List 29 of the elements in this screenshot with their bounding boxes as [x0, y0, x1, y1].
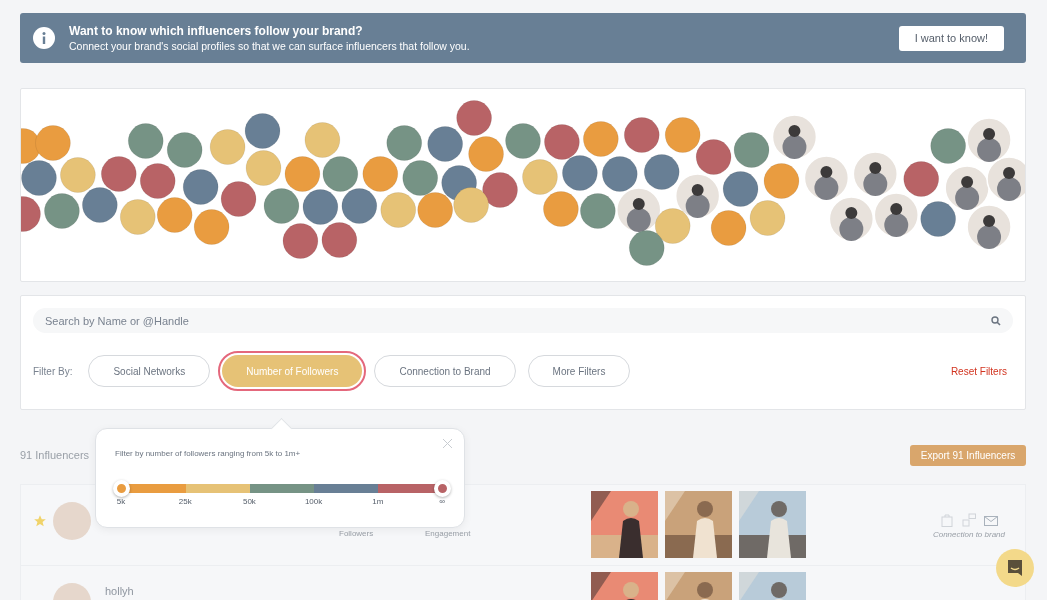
filter-chip[interactable]: Connection to Brand: [374, 355, 516, 387]
influencer-name: hollyh: [105, 585, 135, 597]
popover-text: Filter by number of followers ranging from 5k to 1m+: [115, 449, 302, 458]
filter-chip[interactable]: More Filters: [527, 355, 631, 387]
bag-icon: [939, 513, 954, 527]
mail-icon: [983, 513, 998, 527]
tick-label: 1m: [372, 497, 384, 506]
chat-icon: [1005, 558, 1025, 578]
filter-label: Filter By:: [33, 365, 73, 377]
filter-chip[interactable]: Social Networks: [88, 355, 211, 387]
people-icon: [961, 513, 976, 527]
info-icon: [33, 27, 55, 49]
search-icon: [991, 316, 1001, 326]
tick-label: 25k: [178, 497, 192, 506]
banner-text: Connect your brand's social profiles so that we can surface influencers that follow you.: [69, 40, 471, 52]
connection-label: Connection to brand: [932, 530, 1005, 539]
tick-label: ∞: [439, 497, 445, 506]
avatar: [53, 502, 91, 540]
i-want-to-know-button[interactable]: I want to know!: [898, 25, 1004, 51]
star-icon[interactable]: [33, 514, 47, 528]
search-field[interactable]: Search by Name or @Handle: [33, 308, 1013, 333]
influencer-count: 91 Influencers: [20, 449, 90, 461]
tick-label: 5k: [116, 497, 126, 506]
tick-label: 50k: [242, 497, 256, 506]
banner-title: Want to know which influencers follow your brand?: [69, 24, 364, 38]
followers-label: Followers: [339, 529, 374, 538]
reset-filters-link[interactable]: Reset Filters: [944, 364, 1013, 378]
engagement-label: Engagement: [425, 529, 471, 538]
tick-label: 100k: [304, 497, 323, 506]
